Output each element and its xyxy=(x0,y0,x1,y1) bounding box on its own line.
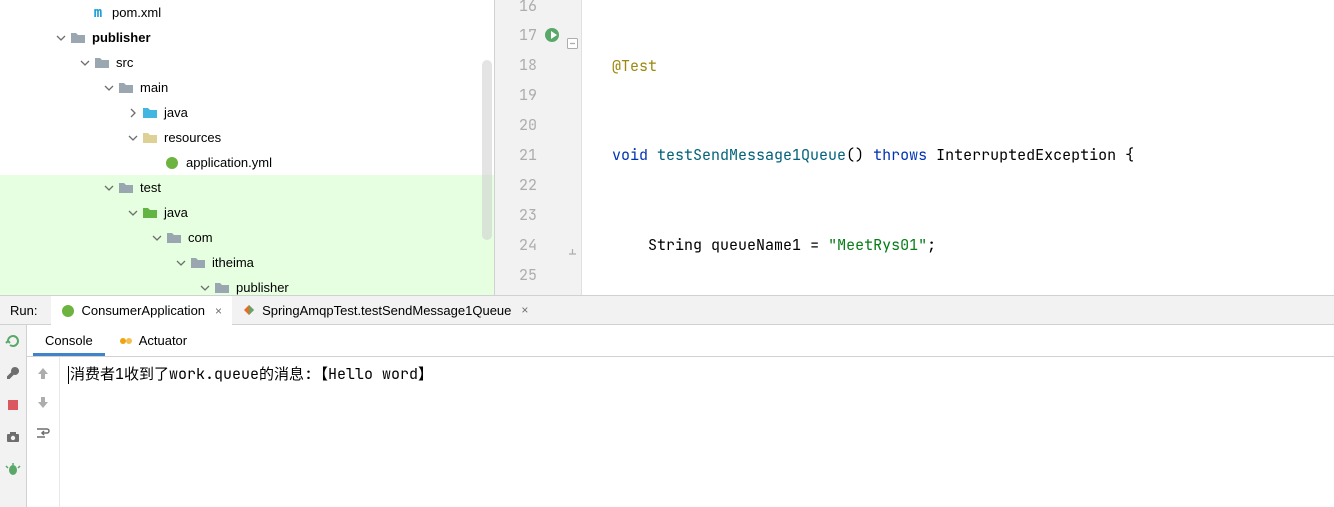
folder-icon xyxy=(94,55,110,71)
tree-item-java-main[interactable]: java xyxy=(0,100,494,125)
run-label: Run: xyxy=(6,303,41,318)
arrow-down-icon[interactable] xyxy=(35,395,51,411)
stop-icon[interactable] xyxy=(5,397,21,413)
console-output[interactable]: 消费者1收到了work.queue的消息:【Hello word】 xyxy=(60,357,1334,507)
soft-wrap-icon[interactable] xyxy=(35,425,51,441)
tree-label: src xyxy=(116,55,133,70)
sub-tab-label: Console xyxy=(45,333,93,348)
junit-test-icon xyxy=(242,303,256,317)
line-number: 23 xyxy=(519,205,537,225)
fold-minus-icon[interactable] xyxy=(567,29,578,40)
source-folder-icon xyxy=(142,105,158,121)
tree-item-resources[interactable]: resources xyxy=(0,125,494,150)
bug-settings-icon[interactable] xyxy=(5,461,21,477)
line-number: 25 xyxy=(519,265,537,285)
chevron-down-icon xyxy=(78,56,92,70)
tree-label: resources xyxy=(164,130,221,145)
arrow-up-icon[interactable] xyxy=(35,365,51,381)
resources-folder-icon xyxy=(142,130,158,146)
tree-item-src[interactable]: src xyxy=(0,50,494,75)
package-icon xyxy=(166,230,182,246)
gutter-line-24[interactable]: 24 xyxy=(495,230,581,260)
folder-icon xyxy=(118,180,134,196)
tree-label: java xyxy=(164,105,188,120)
run-tab-spring-amqp-test[interactable]: SpringAmqpTest.testSendMessage1Queue × xyxy=(232,296,538,325)
folder-icon xyxy=(118,80,134,96)
chevron-down-icon xyxy=(126,131,140,145)
module-folder-icon xyxy=(70,30,86,46)
chevron-down-icon xyxy=(102,81,116,95)
console-tab[interactable]: Console xyxy=(33,328,105,356)
fold-end-icon[interactable] xyxy=(567,239,578,250)
tree-scrollbar[interactable] xyxy=(482,60,492,240)
line-number: 19 xyxy=(519,85,537,105)
line-number: 21 xyxy=(519,145,537,165)
chevron-down-icon xyxy=(174,256,188,270)
tree-item-main[interactable]: main xyxy=(0,75,494,100)
actuator-tab[interactable]: Actuator xyxy=(107,328,199,356)
text-caret xyxy=(68,366,69,384)
tree-item-test[interactable]: test xyxy=(0,175,494,200)
package-icon xyxy=(190,255,206,271)
line-number: 16 xyxy=(519,0,537,16)
actuator-icon xyxy=(119,334,133,348)
code-line: String queueName1 = "MeetRys01"; xyxy=(582,230,1334,260)
run-tabs-bar: Run: ConsumerApplication × SpringAmqpTes… xyxy=(0,296,1334,325)
tree-item-pom[interactable]: m pom.xml xyxy=(0,0,494,25)
chevron-down-icon xyxy=(198,281,212,295)
tree-label: application.yml xyxy=(186,155,272,170)
tree-label: itheima xyxy=(212,255,254,270)
rerun-icon[interactable] xyxy=(5,333,21,349)
code-line: @Test xyxy=(582,60,1334,80)
console-text: 消费者1收到了work.queue的消息:【Hello word】 xyxy=(70,364,433,384)
line-number: 22 xyxy=(519,175,537,195)
maven-file-icon: m xyxy=(90,5,106,21)
run-toolbar-left xyxy=(0,325,27,507)
run-tab-consumer-application[interactable]: ConsumerApplication × xyxy=(51,296,232,325)
tree-label: publisher xyxy=(92,30,151,45)
close-icon[interactable]: × xyxy=(215,304,222,318)
project-tree[interactable]: m pom.xml publisher src main java resou xyxy=(0,0,494,295)
line-number: 17 xyxy=(519,25,537,45)
run-tab-label: SpringAmqpTest.testSendMessage1Queue xyxy=(262,303,511,318)
line-number: 18 xyxy=(519,55,537,75)
tree-item-com[interactable]: com xyxy=(0,225,494,250)
chevron-down-icon xyxy=(126,206,140,220)
run-tab-label: ConsumerApplication xyxy=(81,303,205,318)
line-number: 20 xyxy=(519,115,537,135)
sub-tab-label: Actuator xyxy=(139,333,187,348)
chevron-down-icon xyxy=(150,231,164,245)
tree-label: com xyxy=(188,230,213,245)
gutter-line-17[interactable]: 17 xyxy=(495,20,581,50)
chevron-down-icon xyxy=(54,31,68,45)
code-line: void testSendMessage1Queue() throws Inte… xyxy=(582,140,1334,170)
tree-label: publisher xyxy=(236,280,289,295)
wrench-icon[interactable] xyxy=(5,365,21,381)
console-toolbar xyxy=(27,357,60,507)
chevron-down-icon xyxy=(102,181,116,195)
tree-item-publisher-pkg[interactable]: publisher xyxy=(0,275,494,295)
chevron-right-icon xyxy=(126,106,140,120)
line-number: 24 xyxy=(519,235,537,255)
test-source-folder-icon xyxy=(142,205,158,221)
tree-item-java-test[interactable]: java xyxy=(0,200,494,225)
spring-config-icon xyxy=(164,155,180,171)
run-tool-window: Run: ConsumerApplication × SpringAmqpTes… xyxy=(0,296,1334,507)
tree-item-application-yml[interactable]: application.yml xyxy=(0,150,494,175)
tree-item-itheima[interactable]: itheima xyxy=(0,250,494,275)
spring-boot-icon xyxy=(61,304,75,318)
run-sub-tabs: Console Actuator xyxy=(27,325,1334,357)
tree-label: test xyxy=(140,180,161,195)
tree-item-publisher[interactable]: publisher xyxy=(0,25,494,50)
package-icon xyxy=(214,280,230,296)
tree-label: pom.xml xyxy=(112,5,161,20)
tree-label: main xyxy=(140,80,168,95)
code-editor[interactable]: @Test void testSendMessage1Queue() throw… xyxy=(582,0,1334,295)
camera-icon[interactable] xyxy=(5,429,21,445)
editor-gutter[interactable]: 16 17 18 19 20 21 22 23 24 25 xyxy=(494,0,582,295)
close-icon[interactable]: × xyxy=(521,303,528,317)
tree-label: java xyxy=(164,205,188,220)
